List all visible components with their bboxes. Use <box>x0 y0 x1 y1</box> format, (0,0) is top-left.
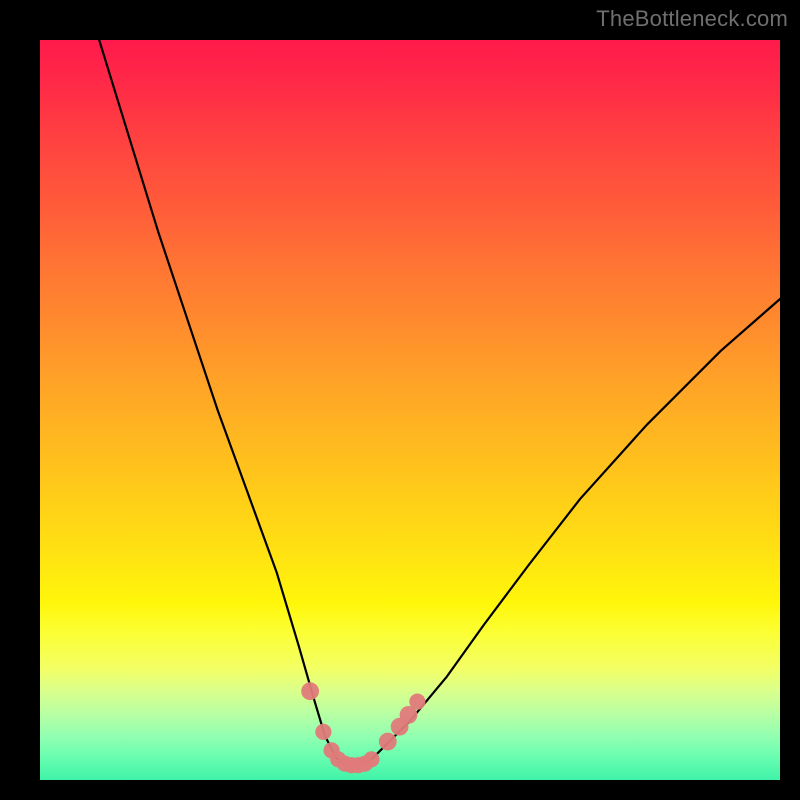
curve-marker <box>379 733 397 751</box>
plot-area <box>40 40 780 780</box>
curve-marker <box>315 724 331 740</box>
curve-marker <box>301 682 319 700</box>
watermark-text: TheBottleneck.com <box>596 6 788 32</box>
curve-marker <box>409 694 425 710</box>
curve-markers <box>301 682 425 773</box>
bottleneck-curve <box>99 40 780 765</box>
chart-svg <box>40 40 780 780</box>
curve-marker <box>363 751 379 767</box>
chart-frame: TheBottleneck.com <box>0 0 800 800</box>
